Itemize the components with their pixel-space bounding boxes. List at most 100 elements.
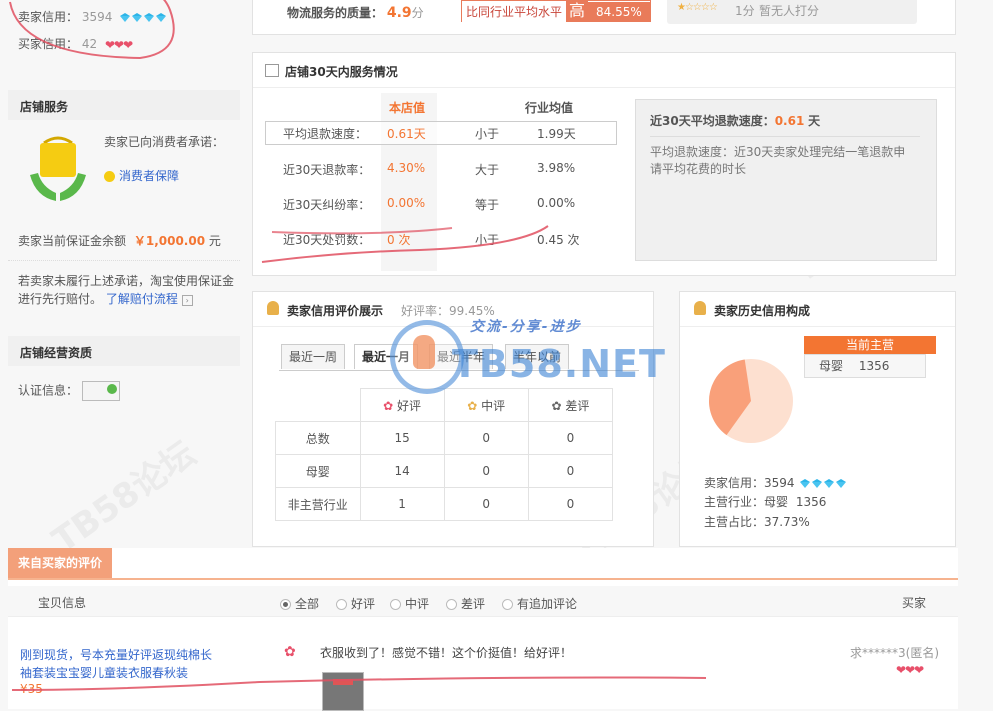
row-label: 近30天处罚数：: [283, 233, 371, 247]
qualification-title-bar: 店铺经营资质: [8, 336, 240, 366]
radio-icon: [280, 599, 291, 610]
table-row: 母婴 14 0 0: [275, 454, 614, 488]
deposit-note: 若卖家未履行上述承诺，淘宝使用保证金进行先行赔付。 了解赔付流程 ›: [18, 272, 240, 308]
buyer-credit-row: 买家信用： 42 ❤❤❤: [18, 35, 134, 52]
diamond-icons: [120, 10, 168, 24]
seller-credit-label: 卖家信用：: [18, 10, 79, 24]
heart-icon: ❤: [123, 37, 134, 52]
diamond-icon: [132, 13, 143, 22]
service30-title: 店铺30天内服务情况: [285, 65, 398, 79]
watermark-site: TB58.NET: [452, 342, 666, 386]
item-price: ¥35: [20, 682, 43, 696]
compare-pct: 84.55%: [588, 2, 650, 22]
diamond-icon: [156, 13, 167, 22]
service30-panel: 店铺30天内服务情况 本店值 行业均值 平均退款速度： 0.61天 小于 1.9…: [252, 52, 956, 276]
rating-table: ✿ 好评 ✿ 中评 ✿ 差评 总数 15 0 0 母婴 14 0 0 非主营行业…: [275, 388, 614, 521]
logistics-score: 4.9: [386, 5, 412, 21]
consumer-protection-link[interactable]: 消费者保障: [104, 167, 179, 184]
history-ratio-row: 主营占比：37.73%: [704, 515, 810, 529]
diamond-icon: [836, 479, 847, 488]
tip-unit: 天: [808, 114, 821, 128]
history-credit-row: 卖家信用：3594: [704, 474, 848, 491]
left-column: 卖家信用： 3594 买家信用： 42 ❤❤❤ 店铺服务 卖家已向消费者承诺： …: [8, 0, 240, 530]
filter-mid[interactable]: 中评: [390, 595, 429, 612]
main-category-num: 1356: [858, 359, 890, 373]
reviews-title-bar: 来自买家的评价: [8, 548, 958, 580]
filter-good[interactable]: 好评: [336, 595, 375, 612]
claim-process-link[interactable]: 了解赔付流程: [106, 292, 178, 306]
row-label: 平均退款速度：: [283, 127, 368, 141]
star-icons: ★☆☆☆☆: [677, 2, 718, 13]
radio-icon: [390, 599, 401, 610]
diamond-icon: [824, 479, 835, 488]
divider: [8, 260, 240, 261]
row-label: 近30天纠纷率：: [283, 198, 371, 212]
compare-text: 比同行业平均水平: [462, 2, 567, 22]
tab-week[interactable]: 最近一周: [281, 344, 346, 369]
cell-good: 1: [359, 487, 445, 521]
credit-pie-chart: [708, 359, 793, 443]
promise-text: 卖家已向消费者承诺：: [104, 135, 225, 149]
table-row: 总数 15 0 0: [275, 421, 614, 455]
row-value: 0.00%: [387, 196, 426, 210]
col-industry-header: 行业均值: [525, 101, 574, 115]
refund-tip-box: 近30天平均退款速度：0.61 天 平均退款速度：近30天卖家处理完结一笔退款申…: [635, 99, 937, 261]
user-icon: [694, 301, 706, 315]
heart-icon: ❤: [914, 662, 925, 677]
item-title-link[interactable]: 刚到现货，号本充量好评返现纯棉长袖套装宝宝婴儿童装衣服春秋装: [20, 646, 220, 682]
table-row: 非主营行业 1 0 0: [275, 487, 614, 521]
reviews-filter-bar: 宝贝信息 全部 好评 中评 差评 有追加评论 买家: [8, 586, 958, 617]
seller-credit-value: 3594: [81, 10, 113, 24]
row-industry: 1.99天: [537, 127, 576, 141]
cell-good[interactable]: 15: [359, 421, 445, 455]
compare-word: 高: [566, 1, 589, 21]
tip-divider: [650, 136, 920, 137]
top-rating-strip: 物流服务的质量： 4.9分 比同行业平均水平高 84.55% ★☆☆☆☆ 1分 暂…: [252, 0, 956, 35]
row-industry: 3.98%: [537, 161, 576, 175]
filter-all[interactable]: 全部: [280, 595, 319, 612]
row-compare: 小于: [475, 127, 500, 141]
radio-icon: [446, 599, 457, 610]
tip-title-row: 近30天平均退款速度：0.61 天: [650, 112, 820, 129]
logistics-unit: 分: [411, 6, 424, 20]
reviews-section: 来自买家的评价 宝贝信息 全部 好评 中评 差评 有追加评论 买家 刚到现货，号…: [8, 548, 958, 711]
deposit-label: 卖家当前保证金余额: [18, 234, 127, 248]
history-title: 卖家历史信用构成: [714, 304, 811, 318]
diamond-icon: [144, 13, 155, 22]
arrow-right-icon[interactable]: ›: [181, 295, 193, 306]
service30-header: 店铺30天内服务情况: [253, 53, 955, 88]
row-compare: 等于: [475, 198, 500, 212]
rating-none: 暂无人打分: [759, 4, 820, 18]
buyer-credit-value: 42: [81, 37, 98, 51]
tip-desc: 平均退款速度：近30天卖家处理完结一笔退款申请平均花费的时长: [650, 145, 906, 176]
seller-credit-row: 卖家信用： 3594: [18, 8, 168, 25]
row-value: 0.61天: [387, 127, 426, 141]
tb58-watermark: 交流-分享-进步 TB58.NET: [382, 312, 665, 398]
filter-bad[interactable]: 差评: [446, 595, 485, 612]
certificate-icon[interactable]: [81, 381, 120, 401]
row-industry: 0.00%: [537, 196, 576, 210]
calendar-icon: [265, 64, 279, 77]
bulb-icon: [104, 171, 115, 182]
review-photo-thumbnail[interactable]: [322, 672, 364, 711]
consumer-protection-link-text[interactable]: 消费者保障: [119, 169, 179, 183]
row-label: 非主营行业: [275, 487, 361, 521]
buyer-credit-label: 买家信用：: [18, 37, 79, 51]
cell-mid: 0: [443, 421, 529, 455]
row-compare: 大于: [475, 163, 500, 177]
diamond-icons: [800, 476, 848, 490]
row-label: 母婴: [275, 454, 361, 488]
row-compare: 小于: [475, 233, 500, 247]
row-label: 近30天退款率：: [283, 163, 371, 177]
col-item: 宝贝信息: [38, 596, 87, 610]
col-store-header: 本店值: [389, 101, 426, 115]
filter-follow-up[interactable]: 有追加评论: [502, 595, 577, 612]
cell-bad: 0: [527, 454, 614, 488]
user-icon: [267, 301, 279, 315]
cell-bad: 0: [527, 421, 614, 455]
consumer-protection-icon: [26, 135, 90, 205]
review-comment: 衣服收到了！感觉不错！这个价挺值！给好评！: [320, 646, 573, 660]
radio-icon: [502, 599, 513, 610]
compare-badge: 比同行业平均水平高 84.55%: [461, 0, 651, 22]
good-rating-icon: ✿: [284, 644, 296, 660]
